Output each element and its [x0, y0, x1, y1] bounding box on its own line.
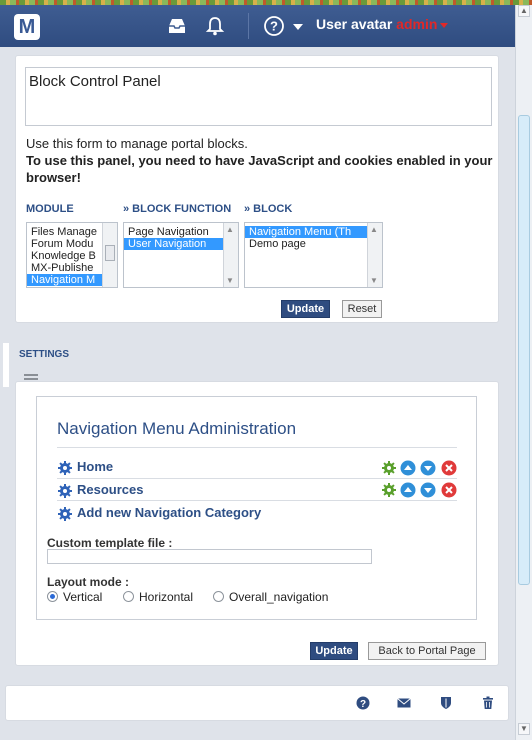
page-scrollbar[interactable]: ▲ ▼ — [515, 5, 532, 740]
category-label[interactable]: Resources — [77, 482, 143, 497]
scroll-down-icon[interactable]: ▼ — [518, 723, 530, 735]
user-menu[interactable]: User avatar admin — [316, 16, 449, 32]
category-gear-icon — [58, 483, 72, 498]
svg-text:?: ? — [270, 19, 278, 34]
trash-icon[interactable] — [481, 696, 495, 710]
category-row-home[interactable]: Home — [57, 459, 113, 476]
layout-vertical-radio[interactable]: Vertical — [47, 590, 102, 604]
move-up-icon[interactable] — [400, 482, 416, 498]
svg-text:?: ? — [360, 699, 366, 710]
module-select-scrollbar[interactable] — [102, 223, 117, 287]
delete-icon[interactable] — [441, 460, 457, 476]
shield-icon[interactable] — [439, 696, 453, 710]
layout-mode-label: Layout mode : — [47, 575, 130, 589]
module-select-thumb[interactable] — [105, 245, 115, 261]
navbar: M ? User avatar admin — [0, 5, 515, 47]
add-category-link[interactable]: Add new Navigation Category — [57, 505, 261, 522]
radio-label: Overall_navigation — [229, 590, 329, 604]
update-button[interactable]: Update — [281, 300, 330, 318]
list-item-selected[interactable]: Navigation Menu (Th — [245, 226, 382, 238]
block-select-scrollbar[interactable]: ▲ ▼ — [367, 223, 382, 287]
move-up-icon[interactable] — [400, 460, 416, 476]
block-function-select-scrollbar[interactable]: ▲ ▼ — [223, 223, 238, 287]
block-function-select[interactable]: Page Navigation User Navigation ▲ ▼ — [123, 222, 239, 288]
help-menu-chevron-icon[interactable] — [293, 24, 303, 30]
list-item[interactable]: Demo page — [245, 238, 382, 250]
divider — [57, 447, 457, 448]
category-row-resources[interactable]: Resources — [57, 482, 143, 499]
edit-settings-icon[interactable] — [381, 482, 397, 498]
user-avatar-label: User avatar — [316, 16, 393, 32]
navigation-admin-title: Navigation Menu Administration — [57, 419, 297, 438]
navbar-divider — [248, 13, 249, 39]
help-intro: Use this form to manage portal blocks. — [26, 136, 248, 151]
divider — [57, 478, 457, 479]
site-logo[interactable]: M — [14, 14, 40, 40]
back-to-portal-button[interactable]: Back to Portal Page — [368, 642, 486, 660]
edit-settings-icon[interactable] — [381, 460, 397, 476]
help-icon[interactable]: ? — [263, 15, 285, 37]
inbox-icon[interactable] — [166, 15, 188, 37]
move-down-icon[interactable] — [420, 482, 436, 498]
scroll-down-icon[interactable]: ▼ — [370, 276, 378, 285]
panel-title-field[interactable]: Block Control Panel — [25, 67, 492, 126]
settings-heading: SETTINGS — [19, 349, 70, 360]
divider — [57, 500, 457, 501]
mail-icon[interactable] — [397, 696, 411, 710]
module-column-label: MODULE — [26, 203, 74, 215]
list-item-selected[interactable]: User Navigation — [124, 238, 238, 250]
radio-label: Horizontal — [139, 590, 194, 604]
layout-overall-navigation-radio[interactable]: Overall_navigation — [213, 590, 328, 604]
list-item[interactable]: Page Navigation — [124, 226, 238, 238]
radio-label: Vertical — [63, 590, 103, 604]
delete-icon[interactable] — [441, 482, 457, 498]
template-file-input[interactable] — [47, 549, 372, 564]
radio-icon[interactable] — [123, 591, 134, 602]
settings-update-button[interactable]: Update — [310, 642, 358, 660]
reset-button[interactable]: Reset — [342, 300, 382, 318]
category-gear-icon — [58, 460, 72, 475]
scroll-up-icon[interactable]: ▲ — [518, 5, 530, 17]
scroll-thumb[interactable] — [518, 115, 530, 585]
add-category-label[interactable]: Add new Navigation Category — [77, 505, 261, 520]
javascript-warning: To use this panel, you need to have Java… — [26, 153, 493, 185]
scroll-up-icon[interactable]: ▲ — [370, 225, 378, 234]
block-select[interactable]: Navigation Menu (Th Demo page ▲ ▼ — [244, 222, 383, 288]
move-down-icon[interactable] — [420, 460, 436, 476]
block-function-column-label: » BLOCK FUNCTION — [123, 203, 232, 215]
scroll-down-icon[interactable]: ▼ — [226, 276, 234, 285]
radio-checked-icon[interactable] — [47, 591, 58, 602]
settings-tab-marker — [3, 343, 9, 387]
scroll-up-icon[interactable]: ▲ — [226, 225, 234, 234]
module-select[interactable]: Files Manage Forum Modu Knowledge B MX-P… — [26, 222, 118, 288]
help-icon[interactable]: ? — [356, 696, 370, 710]
bell-icon[interactable] — [204, 15, 226, 37]
category-label[interactable]: Home — [77, 459, 113, 474]
footer-bar — [5, 685, 509, 721]
block-column-label: » BLOCK — [244, 203, 293, 215]
radio-icon[interactable] — [213, 591, 224, 602]
help-text: Use this form to manage portal blocks. T… — [26, 135, 496, 186]
username: admin — [396, 16, 438, 32]
add-category-gear-icon — [58, 506, 72, 521]
user-menu-chevron-icon — [440, 22, 449, 28]
template-file-label: Custom template file : — [47, 536, 173, 550]
layout-horizontal-radio[interactable]: Horizontal — [123, 590, 193, 604]
